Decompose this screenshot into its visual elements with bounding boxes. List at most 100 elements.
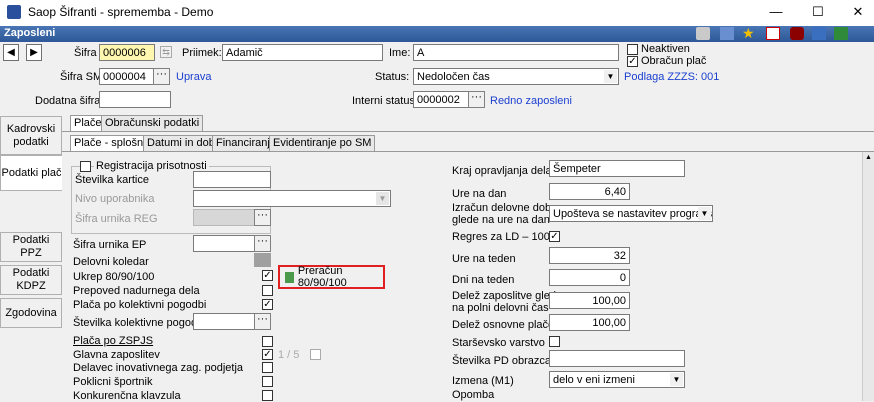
sifra-sm-link[interactable]: Uprava <box>176 71 211 83</box>
ure-teden-field[interactable]: 32 <box>549 247 630 264</box>
delez-zap-label-1: Delež zaposlitve glede <box>452 290 563 302</box>
interni-lookup-button[interactable]: ··· <box>468 91 485 108</box>
izmena-select[interactable]: delo v eni izmeni ▼ <box>549 371 685 388</box>
maximize-button[interactable]: ☐ <box>798 0 838 26</box>
neaktiven-checkbox[interactable] <box>627 44 638 55</box>
status-select[interactable]: Nedoločen čas ▼ <box>413 68 619 85</box>
stevilka-kartice-field[interactable] <box>193 171 271 188</box>
priimek-label: Priimek: <box>182 47 222 59</box>
poklicni-sportnik-checkbox[interactable] <box>262 376 273 387</box>
ure-dan-field[interactable]: 6,40 <box>549 183 630 200</box>
refresh-icon[interactable]: ⇆ <box>160 46 172 58</box>
nivo-uporabnika-label: Nivo uporabnika <box>75 193 155 205</box>
izracun-select[interactable]: Upošteva se nastavitev programa ▼ <box>549 205 713 222</box>
konkurencna-checkbox[interactable] <box>262 390 273 401</box>
interni-statusi-label: Interni statusi: <box>352 95 421 107</box>
ure-teden-label: Ure na teden <box>452 253 516 265</box>
prepoved-checkbox[interactable] <box>262 285 273 296</box>
dodatna-sifra-field[interactable] <box>99 91 171 108</box>
sifra-field[interactable]: 0000006 <box>99 44 155 61</box>
kraj-field[interactable]: Šempeter <box>549 160 685 177</box>
placa-kolektivni-label: Plača po kolektivni pogodbi <box>73 299 207 311</box>
scroll-up-icon[interactable]: ▲ <box>863 152 874 164</box>
ukrep-checkbox[interactable]: ✓ <box>262 270 273 281</box>
vertical-scrollbar[interactable] <box>862 152 874 401</box>
ime-field[interactable]: A <box>413 44 619 61</box>
sifra-urnika-reg-lookup-button[interactable]: ··· <box>254 209 271 226</box>
glavna-ratio-checkbox[interactable] <box>310 349 321 360</box>
dni-teden-label: Dni na teden <box>452 274 515 286</box>
delez-osn-field[interactable]: 100,00 <box>549 314 630 331</box>
preracun-button[interactable]: Preračun 80/90/100 <box>278 265 385 289</box>
list-icon[interactable] <box>720 27 734 40</box>
placa-zspjs-checkbox[interactable] <box>262 336 273 347</box>
star-icon[interactable]: ★ <box>742 26 756 40</box>
stevilka-kolektivne-lookup-button[interactable]: ··· <box>254 313 271 330</box>
sidebar-kadrovski-podatki[interactable]: Kadrovski podatki <box>0 116 62 155</box>
delavec-inov-label: Delavec inovativnega zag. podjetja <box>73 362 244 374</box>
dni-teden-field[interactable]: 0 <box>549 269 630 286</box>
poklicni-sportnik-label: Poklicni športnik <box>73 376 153 388</box>
sidebar-podatki-ppz[interactable]: Podatki PPZ <box>0 232 62 262</box>
sifra-sm-lookup-button[interactable]: ··· <box>153 68 170 85</box>
stevilka-kolektivne-field[interactable] <box>193 313 255 330</box>
chevron-down-icon: ▼ <box>698 207 711 220</box>
regres-checkbox[interactable]: ✓ <box>549 231 560 242</box>
delavec-inov-checkbox[interactable] <box>262 362 273 373</box>
status-value: Nedoločen čas <box>417 71 490 83</box>
sifra-urnika-reg-field[interactable] <box>193 209 255 226</box>
sifra-sm-field[interactable]: 0000004 <box>99 68 155 85</box>
priimek-field[interactable]: Adamič <box>222 44 383 61</box>
tab-obracunski-podatki[interactable]: Obračunski podatki <box>101 115 204 131</box>
placa-kolektivni-checkbox[interactable]: ✓ <box>262 299 273 310</box>
copy-icon[interactable] <box>812 27 826 40</box>
izracun-value: Upošteva se nastavitev programa <box>553 208 713 220</box>
obracun-plac-label: Obračun plač <box>641 55 707 67</box>
interni-statusi-link[interactable]: Redno zaposleni <box>490 95 572 107</box>
obracun-plac-checkbox[interactable]: ✓ <box>627 56 638 67</box>
nivo-uporabnika-select[interactable]: ▼ <box>193 190 391 207</box>
ime-label: Ime: <box>389 47 411 59</box>
chevron-down-icon: ▼ <box>376 192 389 205</box>
konkurencna-label: Konkurenčna klavzula <box>73 390 181 402</box>
print-icon[interactable] <box>790 27 804 40</box>
glavna-ratio: 1 / 5 <box>278 349 300 361</box>
neaktiven-label: Neaktiven <box>641 43 690 55</box>
delovni-koledar-button[interactable] <box>254 253 271 267</box>
prepoved-label: Prepoved nadurnega dela <box>73 285 200 297</box>
stevilka-kolektivne-label: Številka kolektivne pogodbe <box>73 317 210 329</box>
tab-evidentiranje-po-sm[interactable]: Evidentiranje po SM <box>269 135 376 151</box>
sidebar-zgodovina[interactable]: Zgodovina <box>0 298 62 328</box>
prev-record-button[interactable]: ◀ <box>3 44 19 61</box>
close-button[interactable]: ✕ <box>838 0 874 26</box>
next-record-button[interactable]: ▶ <box>26 44 42 61</box>
stevilka-kartice-label: Številka kartice <box>75 174 149 186</box>
registracija-checkbox[interactable] <box>80 161 91 172</box>
delete-icon[interactable] <box>766 27 780 40</box>
edit-icon[interactable] <box>696 27 710 40</box>
sidebar-podatki-kdpz[interactable]: Podatki KDPZ <box>0 265 62 295</box>
app-icon <box>7 5 21 19</box>
sifra-urnika-ep-lookup-button[interactable]: ··· <box>254 235 271 252</box>
glavna-zaposlitev-checkbox[interactable]: ✓ <box>262 349 273 360</box>
preracun-label: Preračun 80/90/100 <box>297 265 347 289</box>
podlaga-link[interactable]: Podlaga ZZZS: 001 <box>624 71 719 83</box>
dodatna-sifra-label: Dodatna šifra: <box>35 95 104 107</box>
sifra-urnika-ep-field[interactable] <box>193 235 255 252</box>
izracun-label-1: Izračun delovne dobe <box>452 202 558 214</box>
minimize-button[interactable]: — <box>756 0 796 26</box>
interni-statusi-field[interactable]: 0000002 <box>413 91 469 108</box>
izracun-label-2: glede na ure na dan <box>452 214 550 226</box>
books-icon[interactable] <box>834 27 848 40</box>
starsevsko-checkbox[interactable] <box>549 336 560 347</box>
stevilka-pd-field[interactable] <box>549 350 685 367</box>
calculator-icon <box>285 271 294 283</box>
sidebar-podatki-plac[interactable]: Podatki plač <box>0 155 62 191</box>
opomba-label: Opomba <box>452 389 495 401</box>
delez-osn-label: Delež osnovne plače <box>452 319 555 331</box>
tab-divider <box>62 151 874 152</box>
sifra-sm-label: Šifra SM <box>60 71 103 83</box>
tab-place-splosno[interactable]: Plače - splošno <box>70 135 154 151</box>
delez-zap-label-2: na polni delovni čas <box>452 302 549 314</box>
delez-zap-field[interactable]: 100,00 <box>549 292 630 309</box>
